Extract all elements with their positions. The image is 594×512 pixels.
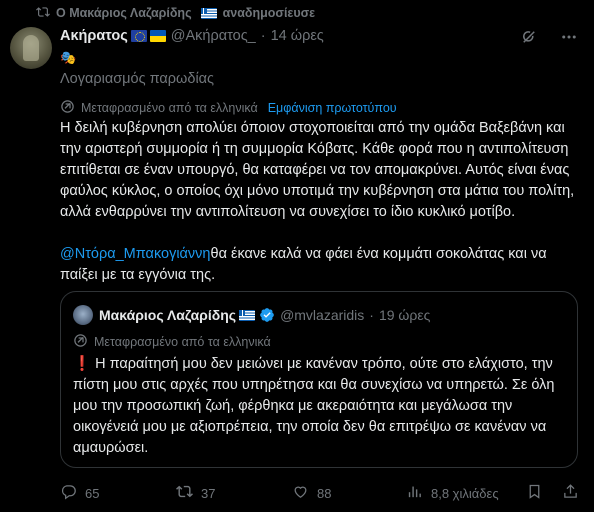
author-handle[interactable]: @Ακήρατος_ bbox=[171, 28, 256, 44]
grok-icon[interactable] bbox=[520, 28, 538, 51]
like-icon bbox=[292, 483, 309, 503]
separator-dot: · bbox=[369, 307, 374, 323]
quoted-text-body: Η παραίτησή μου δεν μειώνει με κανέναν τ… bbox=[73, 356, 555, 456]
tweet-paragraph: @Ντόρα_Μπακογιάννηθα έκανε καλά να φάει … bbox=[60, 244, 585, 286]
exclamation-icon: ❗ bbox=[73, 356, 92, 372]
like-button[interactable]: 88 bbox=[292, 483, 331, 503]
share-icon bbox=[562, 483, 579, 503]
views-button[interactable]: 8,8 χιλιάδες bbox=[406, 483, 499, 503]
quoted-avatar bbox=[73, 305, 93, 325]
reply-count: 65 bbox=[85, 485, 100, 501]
repost-suffix: αναδημοσίευσε bbox=[222, 6, 316, 20]
translated-label: Μεταφρασμένο από τα ελληνικά bbox=[81, 101, 258, 115]
like-count: 88 bbox=[317, 485, 332, 501]
views-count: 8,8 χιλιάδες bbox=[431, 485, 499, 501]
greece-flag-icon bbox=[200, 7, 217, 19]
translate-icon bbox=[60, 99, 75, 117]
parody-label: Λογαριασμός παρωδίας bbox=[60, 71, 215, 87]
quoted-author-handle: @mvlazaridis bbox=[280, 307, 365, 323]
ukraine-flag-icon bbox=[149, 30, 166, 42]
reply-button[interactable]: 65 bbox=[60, 483, 99, 503]
translate-icon bbox=[73, 333, 88, 351]
parody-mask-icon: 🎭 bbox=[60, 50, 77, 65]
tweet-header: Ακήρατος @Ακήρατος_ · 14 ώρες bbox=[60, 26, 324, 46]
quoted-translation-notice: Μεταφρασμένο από τα ελληνικά bbox=[73, 333, 271, 351]
avatar[interactable] bbox=[10, 27, 52, 69]
views-icon bbox=[406, 483, 423, 503]
repost-count: 37 bbox=[201, 485, 216, 501]
bookmark-button[interactable] bbox=[526, 483, 543, 503]
repost-user: Ο Μακάριος Λαζαρίδης bbox=[56, 6, 192, 20]
repost-button[interactable]: 37 bbox=[176, 483, 215, 503]
repost-icon bbox=[36, 5, 50, 22]
greece-flag-icon bbox=[239, 309, 256, 321]
quoted-timestamp: 19 ώρες bbox=[378, 307, 431, 323]
eu-flag-icon bbox=[130, 30, 147, 42]
quoted-translated-label: Μεταφρασμένο από τα ελληνικά bbox=[94, 335, 271, 349]
action-bar: 65 37 88 8,8 χιλιάδες bbox=[60, 483, 580, 503]
quoted-tweet[interactable]: Μακάριος Λαζαρίδης @mvlazaridis · 19 ώρε… bbox=[60, 291, 578, 468]
separator-dot: · bbox=[260, 28, 266, 44]
repost-icon bbox=[176, 483, 193, 503]
translation-notice: Μεταφρασμένο από τα ελληνικά Εμφάνιση πρ… bbox=[60, 99, 397, 117]
bookmark-icon bbox=[526, 483, 543, 503]
show-original-link[interactable]: Εμφάνιση πρωτοτύπου bbox=[268, 101, 397, 115]
verified-icon bbox=[259, 307, 275, 323]
reply-icon bbox=[60, 483, 77, 503]
timestamp[interactable]: 14 ώρες bbox=[271, 28, 324, 44]
more-icon[interactable] bbox=[560, 28, 578, 51]
quoted-header: Μακάριος Λαζαρίδης @mvlazaridis · 19 ώρε… bbox=[99, 305, 430, 325]
share-button[interactable] bbox=[562, 483, 579, 503]
author-name[interactable]: Ακήρατος bbox=[60, 28, 128, 44]
quoted-author-name: Μακάριος Λαζαρίδης bbox=[99, 307, 237, 323]
mention-link[interactable]: @Ντόρα_Μπακογιάννη bbox=[60, 246, 211, 262]
tweet-text: Η δειλή κυβέρνηση απολύει όποιον στοχοπο… bbox=[60, 118, 585, 307]
repost-indicator[interactable]: Ο Μακάριος Λαζαρίδης αναδημοσίευσε bbox=[36, 4, 315, 22]
tweet-paragraph: Η δειλή κυβέρνηση απολύει όποιον στοχοπο… bbox=[60, 120, 575, 220]
tweet-top-actions bbox=[520, 28, 578, 51]
quoted-text: ❗ Η παραίτησή μου δεν μειώνει με κανέναν … bbox=[73, 354, 569, 459]
